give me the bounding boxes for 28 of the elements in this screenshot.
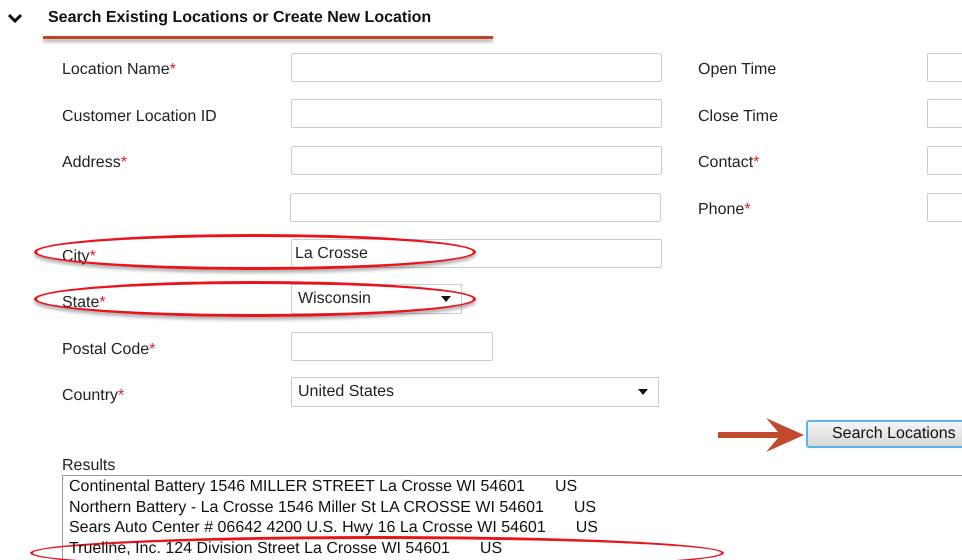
field-label: Postal Code*	[62, 340, 156, 358]
dropdown-arrow-icon	[638, 389, 648, 396]
input-field[interactable]	[291, 146, 662, 175]
dropdown-arrow-icon	[441, 296, 451, 302]
field-label: Address*	[62, 154, 127, 172]
dropdown[interactable]: Wisconsin	[291, 284, 462, 314]
field-label: State*	[62, 294, 106, 312]
field-label: Contact*	[698, 154, 760, 172]
field-label: Country*	[62, 387, 124, 404]
section-title: Search Existing Locations or Create New Location	[48, 8, 432, 28]
field-label: Phone*	[698, 201, 750, 218]
field-label: Open Time	[698, 61, 776, 78]
field-label: Close Time	[698, 108, 778, 125]
search-button[interactable]: Search Locations	[806, 420, 962, 448]
field-label: Location Name*	[62, 61, 176, 78]
field-label: Customer Location ID	[62, 108, 217, 125]
result-item[interactable]: Continental Battery 1546 MILLER STREET La Crosse WI 54601 US	[69, 476, 962, 498]
result-item[interactable]: Trueline, Inc. 124 Division Street La Crosse WI 54601 US	[69, 538, 962, 559]
input-field[interactable]	[290, 192, 661, 222]
input-field[interactable]	[291, 52, 662, 82]
dropdown[interactable]: United States	[291, 377, 659, 408]
input-field[interactable]: La Crosse	[291, 239, 662, 268]
results-label: Results	[62, 456, 116, 474]
input-field[interactable]	[291, 332, 493, 362]
chevron-icon[interactable]	[8, 12, 24, 24]
input-field[interactable]	[291, 99, 662, 128]
result-item[interactable]: Sears Auto Center # 06642 4200 U.S. Hwy 16 La Crosse WI 54601 US	[69, 518, 962, 538]
result-item[interactable]: Northern Battery - La Crosse 1546 Miller St LA CROSSE WI 54601 US	[69, 497, 962, 518]
